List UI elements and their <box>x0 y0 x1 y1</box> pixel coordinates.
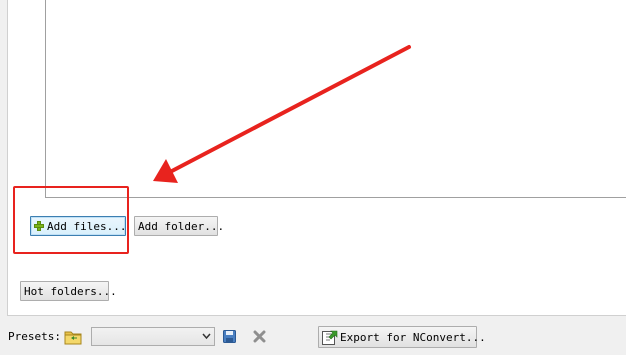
export-icon <box>322 330 338 345</box>
export-nconvert-button[interactable]: Export for NConvert... <box>318 326 486 348</box>
export-label: Export for NConvert... <box>340 330 486 344</box>
save-icon[interactable] <box>223 330 236 343</box>
presets-dropdown[interactable] <box>91 327 215 346</box>
chevron-down-icon <box>202 333 211 340</box>
add-folder-button[interactable]: Add folder... <box>134 216 224 236</box>
hot-folders-label: Hot folders... <box>24 284 117 298</box>
annotation-highlight-box <box>13 186 129 254</box>
presets-label: Presets: <box>8 330 61 343</box>
delete-icon[interactable] <box>253 330 266 343</box>
folder-icon[interactable] <box>64 329 82 345</box>
hot-folders-button[interactable]: Hot folders... <box>20 281 117 301</box>
add-folder-label: Add folder... <box>138 219 225 233</box>
input-panel <box>7 0 626 316</box>
file-list[interactable] <box>45 0 626 198</box>
